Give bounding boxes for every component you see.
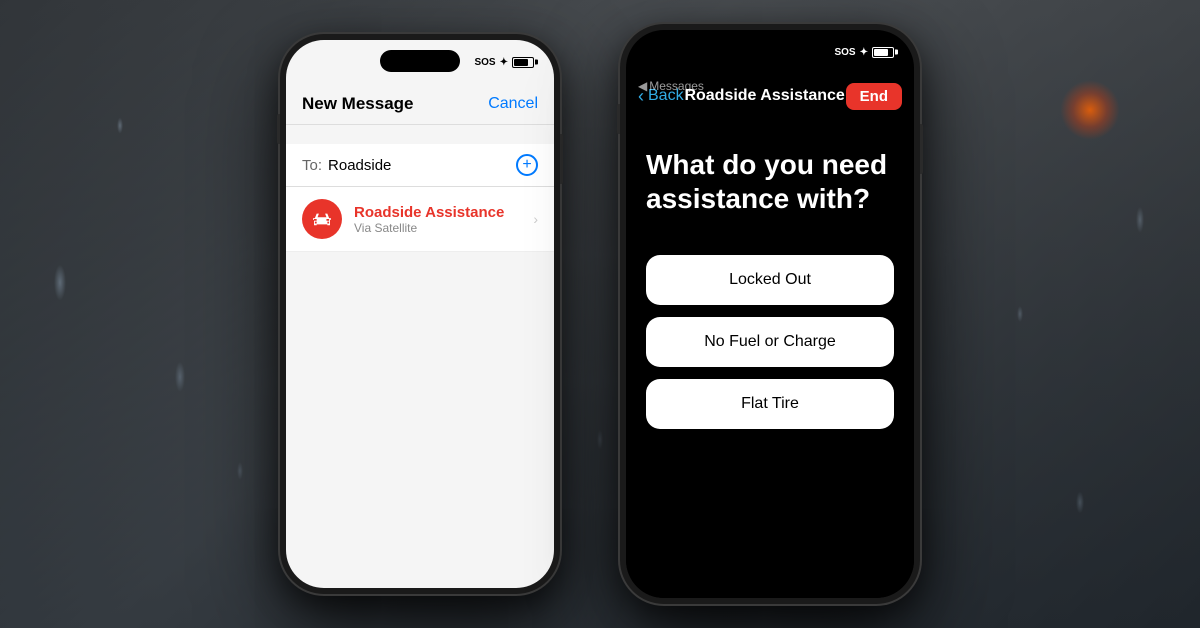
- no-fuel-button[interactable]: No Fuel or Charge: [646, 317, 894, 367]
- new-message-title: New Message: [302, 94, 414, 114]
- right-phone-screen: 9:41 SOS ✦ ◀ Messages ‹ Back: [626, 30, 914, 598]
- power-button: [560, 134, 563, 184]
- add-recipient-button[interactable]: +: [516, 154, 538, 176]
- left-phone-screen: 9:41 SOS ✦ New Message Cancel To: Roadsi…: [286, 40, 554, 588]
- cancel-button[interactable]: Cancel: [488, 95, 538, 113]
- to-value[interactable]: Roadside: [328, 157, 516, 174]
- assistance-options: Locked Out No Fuel or Charge Flat Tire: [646, 255, 894, 429]
- contact-avatar: [302, 199, 342, 239]
- volume-button-right-phone: [617, 104, 620, 134]
- locked-out-button[interactable]: Locked Out: [646, 255, 894, 305]
- contact-row[interactable]: Roadside Assistance Via Satellite ›: [286, 187, 554, 252]
- dynamic-island-right: [730, 40, 810, 62]
- flat-tire-button[interactable]: Flat Tire: [646, 379, 894, 429]
- battery-icon-left: [512, 57, 534, 68]
- messages-nav: New Message Cancel: [286, 84, 554, 125]
- right-phone: 9:41 SOS ✦ ◀ Messages ‹ Back: [620, 24, 920, 604]
- contact-name: Roadside Assistance: [354, 204, 521, 221]
- battery-icon-right: [872, 47, 894, 58]
- assistance-question: What do you need assistance with?: [646, 148, 894, 215]
- right-status-icons: SOS ✦: [834, 47, 894, 58]
- phones-container: 9:41 SOS ✦ New Message Cancel To: Roadsi…: [0, 0, 1200, 628]
- left-status-icons: SOS ✦: [474, 57, 534, 68]
- sos-icon: SOS: [474, 57, 495, 68]
- messages-back-label: Messages: [649, 79, 704, 93]
- power-button-right-phone: [920, 124, 923, 174]
- chevron-right-icon: ›: [533, 211, 538, 227]
- to-field: To: Roadside +: [286, 144, 554, 187]
- left-phone: 9:41 SOS ✦ New Message Cancel To: Roadsi…: [280, 34, 560, 594]
- to-label: To:: [302, 157, 322, 174]
- dynamic-island-left: [380, 50, 460, 72]
- back-arrow-small: ◀: [638, 79, 647, 93]
- contact-subtitle: Via Satellite: [354, 221, 521, 235]
- satellite-icon: ✦: [500, 57, 508, 68]
- contact-info: Roadside Assistance Via Satellite: [354, 204, 521, 235]
- assistance-content: What do you need assistance with? Locked…: [626, 118, 914, 598]
- volume-button: [277, 114, 280, 144]
- car-icon: [311, 211, 333, 227]
- messages-back-bar: ◀ Messages: [626, 66, 914, 106]
- right-sos-icon: SOS: [834, 47, 855, 58]
- right-satellite-icon: ✦: [860, 47, 868, 58]
